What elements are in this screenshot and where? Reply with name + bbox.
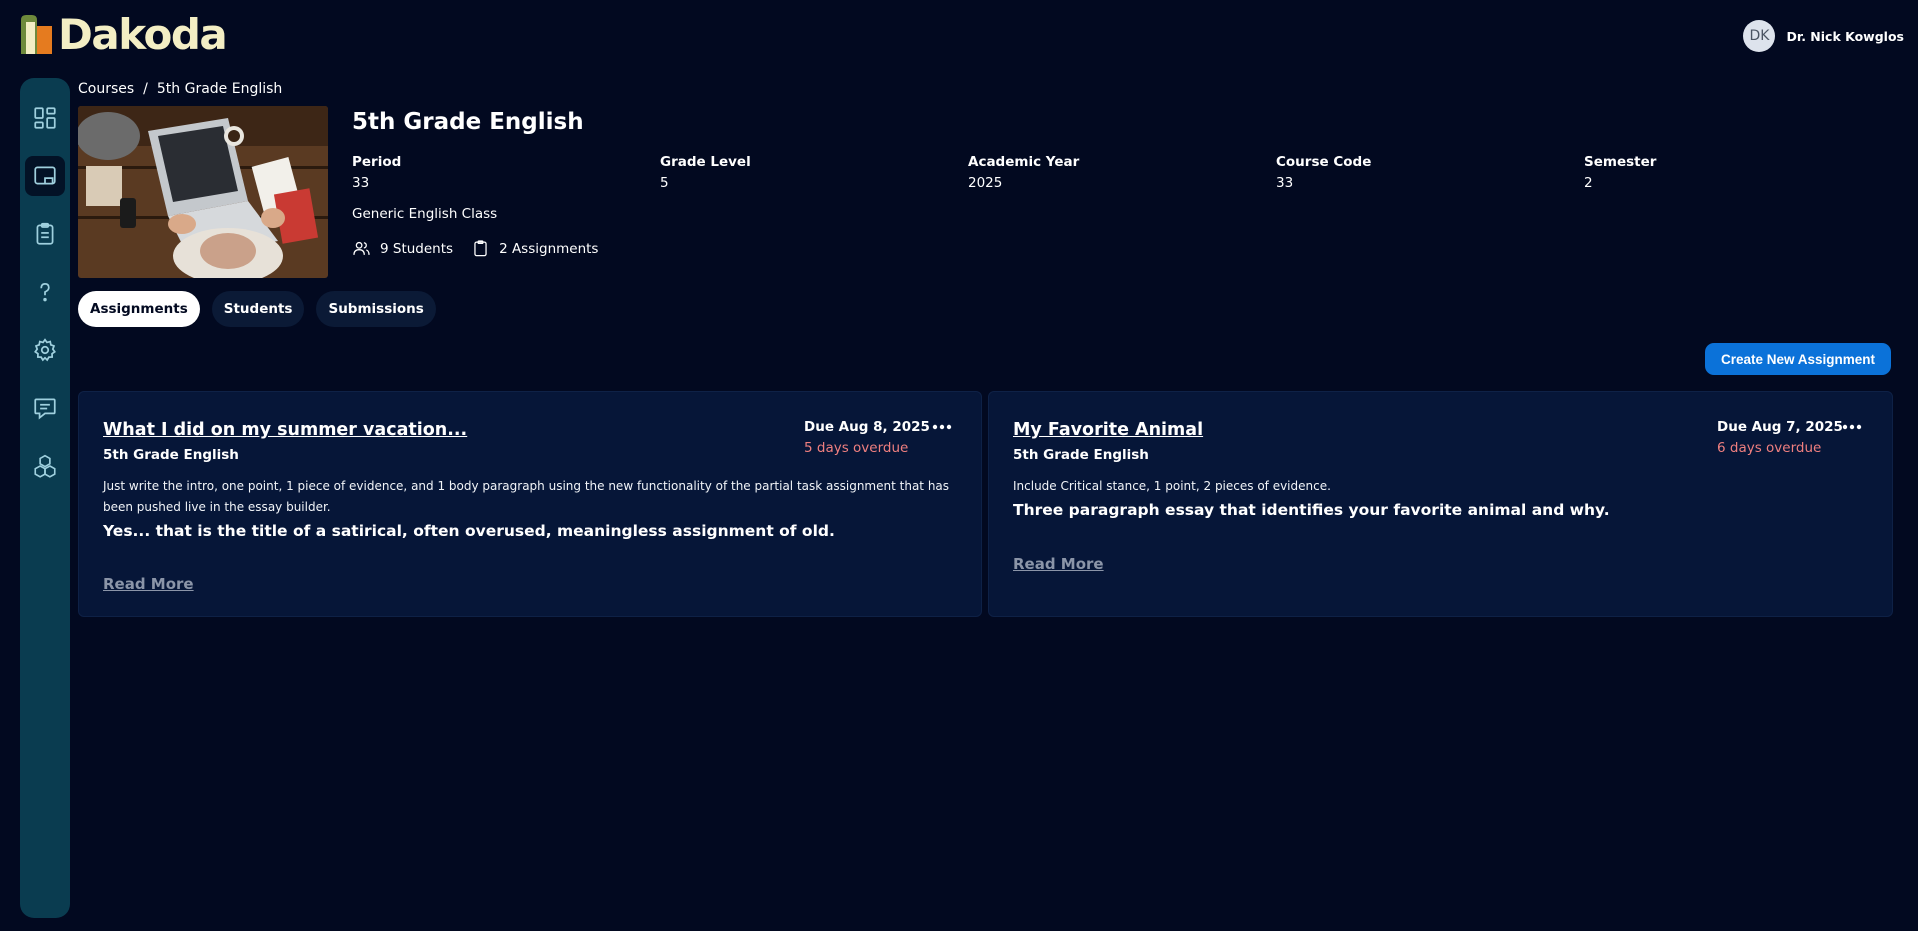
meta-value: 2 (1584, 175, 1593, 191)
create-new-assignment-button[interactable]: Create New Assignment (1704, 343, 1891, 375)
course-description: Generic English Class (352, 206, 498, 222)
overdue-badge: 6 days overdue (1717, 440, 1822, 456)
user-name: Dr. Nick Kowglos (1786, 28, 1904, 44)
cubes-icon (34, 454, 56, 478)
assignment-title-link[interactable]: My Favorite Animal (1013, 420, 1203, 440)
app-name: Dakoda (58, 10, 228, 59)
breadcrumb-separator: / (143, 81, 148, 97)
tab-submissions[interactable]: Submissions (316, 291, 436, 327)
course-title: 5th Grade English (352, 109, 584, 135)
breadcrumb-current: 5th Grade English (156, 81, 283, 97)
logo-book-icon (21, 15, 52, 54)
meta-label: Course Code (1276, 154, 1372, 170)
course-meta: Period 33 Grade Level 5 Academic Year 20… (352, 154, 1892, 194)
avatar[interactable]: DK (1743, 20, 1776, 52)
meta-value: 33 (1276, 175, 1294, 191)
dashboard-icon (34, 107, 56, 129)
assignment-card[interactable]: My Favorite Animal 5th Grade English Due… (988, 391, 1893, 617)
assignment-description: Yes... that is the title of a satirical,… (103, 522, 835, 540)
assignment-course: 5th Grade English (1013, 447, 1149, 463)
meta-label: Academic Year (968, 154, 1080, 170)
sidebar-item-messages[interactable] (25, 388, 65, 428)
meta-value: 33 (352, 175, 370, 191)
chat-icon (34, 398, 56, 420)
assignments-count-text: 2 Assignments (499, 240, 599, 257)
more-options-icon[interactable] (931, 421, 953, 433)
assignment-instructions: Include Critical stance, 1 point, 2 piec… (1013, 479, 1331, 493)
app-logo[interactable]: Dakoda (18, 10, 228, 59)
sidebar-item-resources[interactable] (25, 446, 65, 486)
sidebar-item-dashboard[interactable] (25, 98, 65, 138)
due-date: Due Aug 7, 2025 (1717, 419, 1843, 435)
meta-label: Grade Level (660, 154, 751, 170)
sidebar (20, 78, 70, 918)
meta-value: 5 (660, 175, 669, 191)
assignment-course: 5th Grade English (103, 447, 239, 463)
assignment-instructions: Just write the intro, one point, 1 piece… (103, 479, 950, 514)
meta-period: Period 33 (352, 154, 401, 191)
assignment-title-link[interactable]: What I did on my summer vacation... (103, 420, 467, 440)
tab-assignments[interactable]: Assignments (78, 291, 200, 327)
read-more-link[interactable]: Read More (103, 575, 194, 593)
sidebar-item-help[interactable] (25, 272, 65, 312)
top-bar: Dakoda DK Dr. Nick Kowglos (0, 0, 1918, 78)
sidebar-item-settings[interactable] (25, 330, 65, 370)
more-options-icon[interactable] (1841, 421, 1863, 433)
classroom-icon (34, 166, 56, 185)
user-menu[interactable]: DK Dr. Nick Kowglos (1743, 20, 1904, 52)
clipboard-icon (36, 222, 54, 245)
assignment-due: Due Aug 8, 2025 5 days overdue (804, 419, 930, 456)
read-more-link[interactable]: Read More (1013, 555, 1104, 573)
meta-value: 2025 (968, 175, 1003, 191)
meta-course-code: Course Code 33 (1276, 154, 1371, 191)
assignment-description: Three paragraph essay that identifies yo… (1013, 501, 1610, 519)
meta-grade-level: Grade Level 5 (660, 154, 751, 191)
sidebar-item-courses[interactable] (25, 156, 65, 196)
clipboard-icon (474, 240, 487, 257)
help-icon (40, 283, 50, 302)
gear-icon (34, 338, 56, 362)
students-count: 9 Students (352, 239, 453, 258)
course-stats: 9 Students 2 Assignments (352, 239, 616, 258)
breadcrumb-courses-link[interactable]: Courses (78, 81, 134, 97)
meta-academic-year: Academic Year 2025 (968, 154, 1079, 191)
meta-label: Semester (1584, 154, 1657, 170)
assignment-card[interactable]: What I did on my summer vacation... 5th … (78, 391, 982, 617)
breadcrumb: Courses / 5th Grade English (78, 81, 282, 97)
meta-semester: Semester 2 (1584, 154, 1656, 191)
course-tabs: Assignments Students Submissions (78, 291, 448, 327)
students-count-text: 9 Students (380, 240, 454, 257)
sidebar-item-assignments[interactable] (25, 214, 65, 254)
meta-label: Period (352, 154, 402, 170)
assignments-count: 2 Assignments (471, 239, 598, 258)
tab-students[interactable]: Students (211, 291, 305, 327)
due-date: Due Aug 8, 2025 (804, 419, 930, 435)
course-image (78, 106, 328, 278)
overdue-badge: 5 days overdue (804, 440, 909, 456)
users-icon (353, 241, 370, 255)
assignment-due: Due Aug 7, 2025 6 days overdue (1717, 419, 1843, 456)
